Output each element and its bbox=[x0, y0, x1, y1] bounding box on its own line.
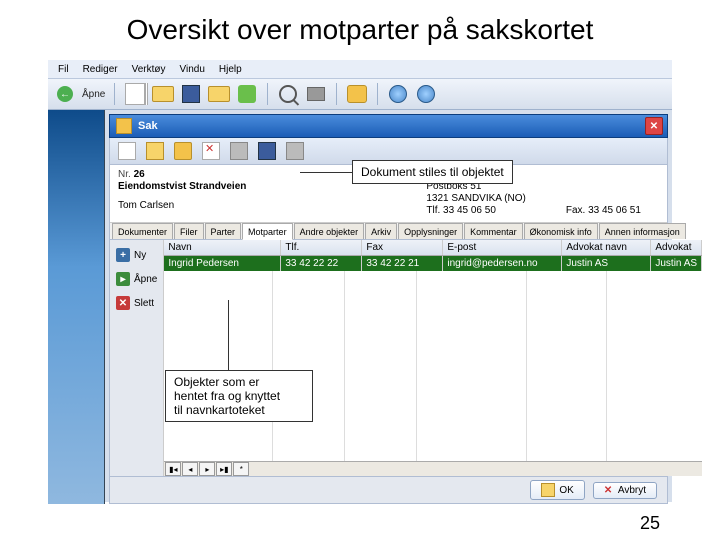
print-icon[interactable] bbox=[305, 83, 327, 105]
menu-fil[interactable]: Fil bbox=[52, 63, 75, 76]
cell-tlf: 33 42 22 22 bbox=[281, 256, 362, 271]
sak-open-icon[interactable] bbox=[146, 142, 164, 160]
case-responsible: Tom Carlsen bbox=[118, 200, 246, 211]
tab-okonomisk[interactable]: Økonomisk info bbox=[524, 223, 598, 239]
open-folder2-icon[interactable] bbox=[208, 83, 230, 105]
sak-people-icon[interactable] bbox=[174, 142, 192, 160]
side-new-button[interactable]: +Ny bbox=[114, 246, 159, 264]
cell-fax: 33 42 22 21 bbox=[362, 256, 443, 271]
record-navigator: ▮◂ ◂ ▸ ▸▮ * bbox=[164, 461, 702, 476]
apne-label: Åpne bbox=[82, 89, 105, 100]
left-background bbox=[48, 110, 105, 504]
tab-filer[interactable]: Filer bbox=[174, 223, 204, 239]
save-icon[interactable] bbox=[180, 83, 202, 105]
sak-body: Nr. 26 Eiendomstvist Strandveien Tom Car… bbox=[109, 165, 668, 504]
tab-arkiv[interactable]: Arkiv bbox=[365, 223, 397, 239]
tab-motparter[interactable]: Motparter bbox=[242, 223, 293, 240]
party-addr2: 1321 SANDVIKA (NO) bbox=[426, 193, 525, 204]
menu-rediger[interactable]: Rediger bbox=[77, 63, 124, 76]
nr-value: 26 bbox=[134, 169, 145, 180]
party-tel: 33 45 06 50 bbox=[443, 205, 496, 216]
open-folder-icon[interactable] bbox=[152, 83, 174, 105]
new-doc-icon[interactable] bbox=[124, 83, 146, 105]
people-icon[interactable] bbox=[346, 83, 368, 105]
sak-new-icon[interactable] bbox=[118, 142, 136, 160]
col-tlf[interactable]: Tlf. bbox=[281, 240, 362, 255]
nav-prev-icon[interactable]: ◂ bbox=[182, 462, 198, 476]
tab-parter[interactable]: Parter bbox=[205, 223, 242, 239]
tab-annen[interactable]: Annen informasjon bbox=[599, 223, 686, 239]
ok-button[interactable]: OK bbox=[530, 480, 584, 500]
tab-opplysninger[interactable]: Opplysninger bbox=[398, 223, 463, 239]
sak-title: Sak bbox=[138, 120, 158, 132]
page-number: 25 bbox=[640, 513, 660, 534]
case-title: Eiendomstvist Strandveien bbox=[118, 181, 246, 192]
grid-header: Navn Tlf. Fax E-post Advokat navn Advoka… bbox=[164, 240, 702, 256]
sak-titlebar: Sak ✕ bbox=[109, 114, 668, 138]
party-tel-label: Tlf. bbox=[426, 205, 440, 216]
nav-next-icon[interactable]: ▸ bbox=[199, 462, 215, 476]
main-toolbar: ← Åpne bbox=[48, 79, 672, 110]
globe-icon[interactable] bbox=[387, 83, 409, 105]
menubar: Fil Rediger Verktøy Vindu Hjelp bbox=[48, 60, 672, 79]
grid-body bbox=[164, 271, 702, 461]
side-delete-button[interactable]: ✕Slett bbox=[114, 294, 159, 312]
nav-last-icon[interactable]: ▸▮ bbox=[216, 462, 232, 476]
cell-advokat: Justin AS bbox=[651, 256, 702, 271]
callout-bottom: Objekter som er hentet fra og knyttet ti… bbox=[165, 370, 313, 422]
col-fax[interactable]: Fax bbox=[362, 240, 443, 255]
nav-refresh-icon[interactable]: * bbox=[233, 462, 249, 476]
col-epost[interactable]: E-post bbox=[443, 240, 562, 255]
side-open-button[interactable]: ▸Åpne bbox=[114, 270, 159, 288]
tab-kommentar[interactable]: Kommentar bbox=[464, 223, 523, 239]
col-advokat[interactable]: Advokat bbox=[651, 240, 702, 255]
col-navn[interactable]: Navn bbox=[164, 240, 281, 255]
cell-epost: ingrid@pedersen.no bbox=[443, 256, 562, 271]
side-buttons: +Ny ▸Åpne ✕Slett bbox=[110, 240, 164, 476]
close-icon[interactable]: ✕ bbox=[645, 117, 663, 135]
ok-icon bbox=[541, 483, 555, 497]
app-window: Fil Rediger Verktøy Vindu Hjelp ← Åpne S… bbox=[48, 60, 672, 502]
cell-advnavn: Justin AS bbox=[562, 256, 651, 271]
col-advnavn[interactable]: Advokat navn bbox=[562, 240, 651, 255]
nr-label: Nr. bbox=[118, 169, 131, 180]
menu-vindu[interactable]: Vindu bbox=[174, 63, 211, 76]
sak-save-icon[interactable] bbox=[258, 142, 276, 160]
cell-navn: Ingrid Pedersen bbox=[164, 256, 281, 271]
dialog-buttons: OK ✕Avbryt bbox=[110, 476, 667, 503]
grid-wrap: +Ny ▸Åpne ✕Slett Navn Tlf. Fax E-post Ad… bbox=[110, 240, 667, 476]
motparter-grid: Navn Tlf. Fax E-post Advokat navn Advoka… bbox=[164, 240, 702, 476]
party-fax-label: Fax. bbox=[566, 205, 585, 216]
tab-strip: Dokumenter Filer Parter Motparter Andre … bbox=[110, 223, 667, 240]
green-icon[interactable] bbox=[236, 83, 258, 105]
party-fax: 33 45 06 51 bbox=[588, 205, 641, 216]
tab-andre-objekter[interactable]: Andre objekter bbox=[294, 223, 365, 239]
nav-first-icon[interactable]: ▮◂ bbox=[165, 462, 181, 476]
sak-icon bbox=[116, 118, 132, 134]
globe2-icon[interactable] bbox=[415, 83, 437, 105]
search-icon[interactable] bbox=[277, 83, 299, 105]
sak-misc2-icon[interactable] bbox=[286, 142, 304, 160]
sak-misc1-icon[interactable] bbox=[230, 142, 248, 160]
menu-hjelp[interactable]: Hjelp bbox=[213, 63, 248, 76]
cancel-button[interactable]: ✕Avbryt bbox=[593, 482, 657, 499]
menu-verktoy[interactable]: Verktøy bbox=[126, 63, 172, 76]
tab-dokumenter[interactable]: Dokumenter bbox=[112, 223, 173, 239]
table-row[interactable]: Ingrid Pedersen 33 42 22 22 33 42 22 21 … bbox=[164, 256, 702, 271]
cancel-icon: ✕ bbox=[604, 485, 614, 495]
back-button[interactable]: ← bbox=[54, 83, 76, 105]
slide-title: Oversikt over motparter på sakskortet bbox=[0, 0, 720, 56]
sak-delete-icon[interactable] bbox=[202, 142, 220, 160]
callout-top: Dokument stiles til objektet bbox=[352, 160, 513, 184]
